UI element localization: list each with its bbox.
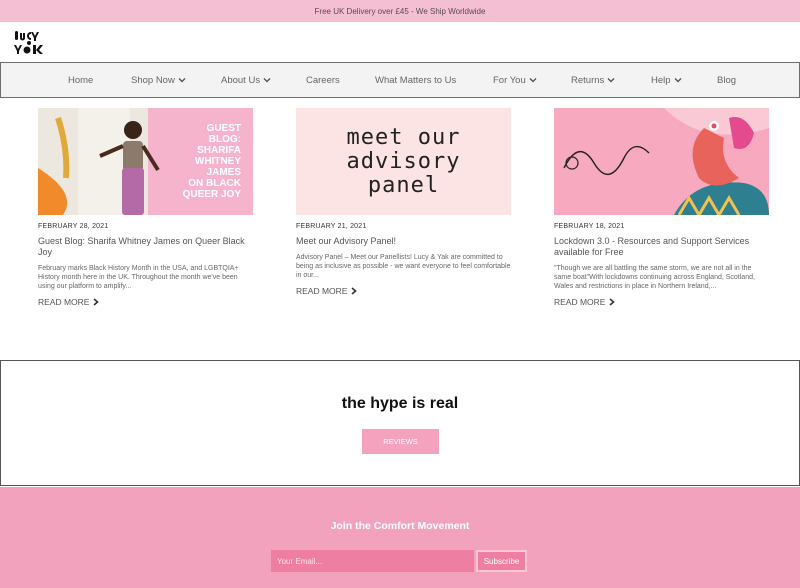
nav-returns-label: Returns bbox=[571, 74, 605, 86]
thumbnail-caption-line: panel bbox=[367, 172, 440, 198]
nav-what-matters[interactable]: What Matters to Us bbox=[375, 75, 456, 86]
newsletter-footer: Join the Comfort Movement Subscribe bbox=[0, 487, 800, 588]
nav-blog-label: Blog bbox=[717, 74, 737, 86]
post-title[interactable]: Lockdown 3.0 - Resources and Support Ser… bbox=[554, 236, 769, 258]
post-title[interactable]: Meet our Advisory Panel! bbox=[296, 236, 511, 247]
read-more-label: READ MORE bbox=[554, 297, 606, 307]
post-date: FEBRUARY 28, 2021 bbox=[38, 223, 109, 230]
thumbnail-caption-line: advisory bbox=[346, 148, 461, 174]
reviews-button[interactable]: REVIEWS bbox=[362, 429, 439, 454]
nav-shop-now-label: Shop Now bbox=[131, 74, 175, 86]
chevron-down-icon bbox=[674, 78, 682, 83]
announcement-text: Free UK Delivery over £45 - We Ship Worl… bbox=[314, 6, 486, 16]
read-more-label: READ MORE bbox=[38, 297, 90, 307]
main-nav: Home Shop Now About Us Careers What Matt… bbox=[0, 62, 800, 98]
post-excerpt: February marks Black History Month in th… bbox=[38, 265, 239, 290]
announcement-bar: Free UK Delivery over £45 - We Ship Worl… bbox=[0, 0, 800, 22]
header bbox=[0, 22, 800, 62]
nav-careers[interactable]: Careers bbox=[306, 75, 340, 86]
post-date: FEBRUARY 21, 2021 bbox=[296, 223, 367, 230]
nav-for-you-label: For You bbox=[493, 74, 526, 86]
chevron-down-icon bbox=[263, 78, 271, 83]
chevron-down-icon bbox=[607, 78, 615, 83]
chevron-right-icon bbox=[351, 287, 358, 295]
post-excerpt: "Though we are all battling the same sto… bbox=[554, 265, 755, 290]
blog-card: meet our advisory panel FEBRUARY 21, 202… bbox=[296, 108, 511, 296]
newsletter-heading: Join the Comfort Movement bbox=[330, 520, 470, 532]
post-excerpt: Advisory Panel – Meet our Panellists! Lu… bbox=[296, 254, 511, 279]
read-more-link[interactable]: READ MORE bbox=[554, 297, 769, 307]
post-thumbnail[interactable]: GUEST BLOG: SHARIFA WHITNEY JAMES ON BLA… bbox=[38, 108, 253, 215]
thumbnail-caption-line: meet our bbox=[346, 124, 461, 150]
chevron-down-icon bbox=[529, 78, 537, 83]
nav-returns[interactable]: Returns bbox=[571, 75, 615, 86]
blog-posts: GUEST BLOG: SHARIFA WHITNEY JAMES ON BLA… bbox=[0, 98, 800, 360]
nav-for-you[interactable]: For You bbox=[493, 75, 537, 86]
thumbnail-caption: GUEST BLOG: SHARIFA WHITNEY JAMES ON BLA… bbox=[182, 123, 241, 200]
read-more-link[interactable]: READ MORE bbox=[38, 297, 253, 307]
read-more-label: READ MORE bbox=[296, 286, 348, 296]
nav-help-label: Help bbox=[651, 74, 671, 86]
nav-about-us-label: About Us bbox=[221, 74, 261, 86]
chevron-down-icon bbox=[178, 78, 186, 83]
chevron-right-icon bbox=[609, 298, 616, 306]
post-date: FEBRUARY 18, 2021 bbox=[554, 223, 625, 230]
chevron-right-icon bbox=[93, 298, 100, 306]
post-thumbnail[interactable]: meet our advisory panel bbox=[296, 108, 511, 215]
hype-heading: the hype is real bbox=[341, 395, 459, 412]
subscribe-button[interactable]: Subscribe bbox=[476, 550, 527, 572]
reviews-section: the hype is real REVIEWS bbox=[0, 360, 800, 486]
nav-help[interactable]: Help bbox=[651, 75, 682, 86]
email-input[interactable] bbox=[271, 550, 474, 572]
nav-about-us[interactable]: About Us bbox=[221, 75, 271, 86]
nav-blog[interactable]: Blog bbox=[717, 75, 736, 86]
blog-card: FEBRUARY 18, 2021 Lockdown 3.0 - Resourc… bbox=[554, 108, 769, 307]
nav-home-label: Home bbox=[68, 74, 94, 86]
nav-home[interactable]: Home bbox=[68, 75, 93, 86]
nav-what-matters-label: What Matters to Us bbox=[375, 74, 457, 86]
post-thumbnail[interactable] bbox=[554, 108, 769, 215]
nav-shop-now[interactable]: Shop Now bbox=[131, 75, 186, 86]
read-more-link[interactable]: READ MORE bbox=[296, 286, 511, 296]
lucy-yak-logo-icon[interactable] bbox=[14, 28, 44, 56]
lockdown-illustration-image bbox=[554, 108, 769, 215]
blog-card: GUEST BLOG: SHARIFA WHITNEY JAMES ON BLA… bbox=[38, 108, 253, 307]
nav-careers-label: Careers bbox=[306, 74, 340, 86]
post-title[interactable]: Guest Blog: Sharifa Whitney James on Que… bbox=[38, 236, 253, 258]
